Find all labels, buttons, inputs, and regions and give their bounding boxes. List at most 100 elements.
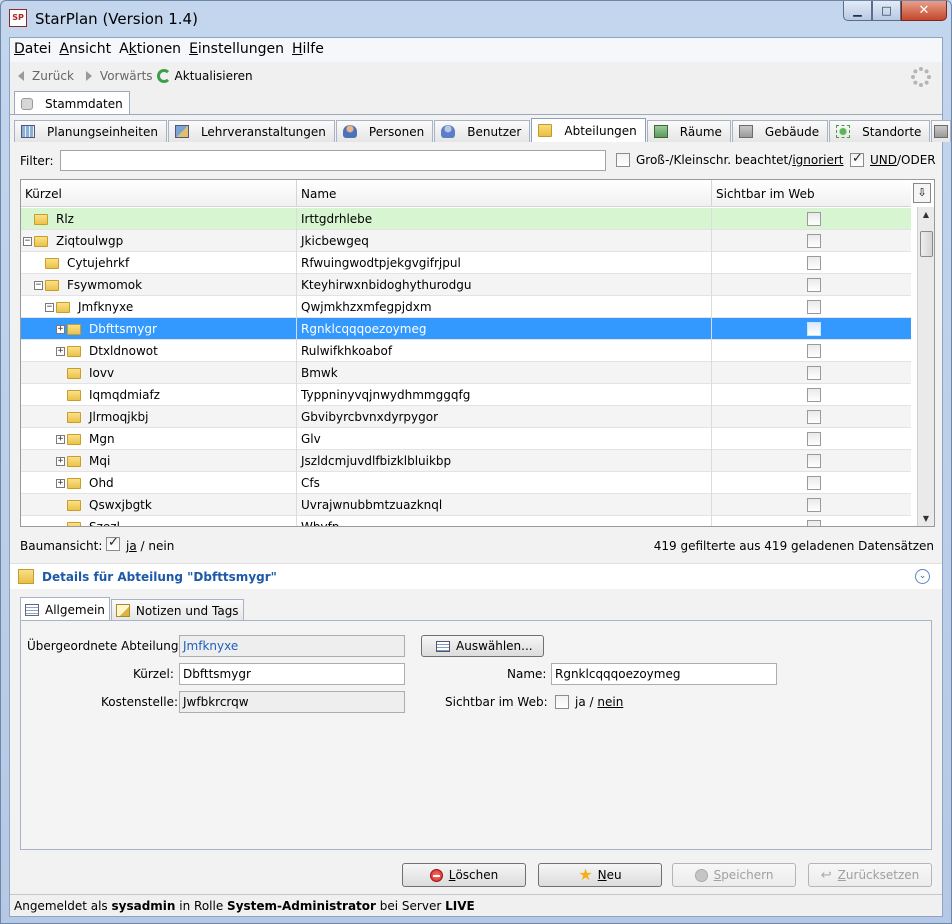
forward-arrow-icon	[85, 71, 92, 81]
web-visible-row-checkbox[interactable]	[806, 454, 821, 468]
collapse-icon[interactable]: −	[45, 302, 54, 312]
web-visible-row-checkbox[interactable]	[806, 256, 821, 270]
tree-view-ja[interactable]: ja	[126, 539, 137, 553]
tab-allgemein[interactable]: Allgemein	[20, 597, 110, 621]
reset-button[interactable]: ↩ Zurücksetzen	[808, 863, 932, 887]
tree-view-checkbox[interactable]	[106, 535, 120, 551]
column-header-sichtbar[interactable]: Sichtbar im Web	[712, 180, 911, 207]
collapse-icon[interactable]: −	[34, 280, 43, 290]
web-visible-row-checkbox[interactable]	[806, 212, 821, 226]
maximize-button[interactable]: □	[872, 1, 901, 21]
web-visible-row-checkbox[interactable]	[806, 344, 821, 358]
table-row[interactable]: Qswxjbgtk Uvrajwnubbmtzuazknql	[21, 494, 911, 516]
collapse-details-button[interactable]: ⌄	[915, 569, 930, 584]
tab-raeume[interactable]: Räume	[646, 120, 731, 142]
expand-icon[interactable]: +	[56, 434, 65, 444]
tab-abteilungen[interactable]: Abteilungen	[531, 118, 646, 142]
tab-more[interactable]	[931, 120, 952, 142]
scroll-thumb[interactable]	[920, 231, 933, 257]
web-visible-row-checkbox[interactable]	[806, 432, 821, 446]
tab-standorte[interactable]: Standorte	[829, 120, 931, 142]
menu-ansicht[interactable]: Ansicht	[55, 38, 115, 62]
expand-icon[interactable]: +	[56, 456, 65, 466]
tab-notizen[interactable]: Notizen und Tags	[110, 599, 244, 621]
tab-label: Gebäude	[764, 124, 820, 139]
table-row[interactable]: Szezl Wbyfp	[21, 516, 911, 526]
case-sensitive-toggle[interactable]: Groß-/Kleinschr. beachtet/ignoriert	[616, 153, 844, 167]
web-visible-row-checkbox[interactable]	[806, 410, 821, 424]
tree-view-nein[interactable]: / nein	[141, 539, 175, 553]
menu-hilfe[interactable]: Hilfe	[288, 38, 328, 62]
web-visible-checkbox[interactable]	[555, 695, 569, 709]
column-header-kuerzel[interactable]: Kürzel	[21, 180, 297, 207]
table-row[interactable]: Iqmqdmiafz Typpninyvqjnwydhmmggqfg	[21, 384, 911, 406]
scroll-down-button[interactable]: ▼	[918, 511, 934, 526]
tab-label: Standorte	[862, 124, 922, 139]
menu-einstellungen[interactable]: Einstellungen	[185, 38, 288, 62]
table-row[interactable]: Cytujehrkf Rfwuingwodtpjekgvgifrjpul	[21, 252, 911, 274]
minimize-button[interactable]: ▁	[843, 1, 872, 21]
tab-gebaeude[interactable]: Gebäude	[731, 120, 829, 142]
close-button[interactable]: ✕	[901, 1, 947, 21]
case-sensitive-checkbox[interactable]	[616, 153, 630, 167]
table-row[interactable]: + Mqi Jszldcmjuvdlfbizklbluikbp	[21, 450, 911, 472]
column-header-name[interactable]: Name	[297, 180, 712, 207]
menu-aktionen[interactable]: Aktionen	[115, 38, 185, 62]
save-button[interactable]: Speichern	[672, 863, 796, 887]
forward-button[interactable]: Vorwärts	[85, 69, 153, 83]
menu-datei[interactable]: Datei	[10, 38, 55, 62]
table-row[interactable]: + Dbfttsmygr Rgnklcqqqoezoymeg	[21, 318, 911, 340]
table-row[interactable]: − Jmfknyxe Qwjmkhzxmfegpjdxm	[21, 296, 911, 318]
menu-mnemonic: H	[291, 41, 303, 57]
table-row[interactable]: + Ohd Cfs	[21, 472, 911, 494]
table-row[interactable]: − Ziqtoulwgp Jkicbewgeq	[21, 230, 911, 252]
web-visible-row-checkbox[interactable]	[806, 366, 821, 380]
table-row[interactable]: Iovv Bmwk	[21, 362, 911, 384]
kuerzel-field[interactable]: Dbfttsmygr	[179, 663, 405, 685]
table-row[interactable]: Rlz Irttgdrhlebe	[21, 208, 911, 230]
table-row[interactable]: − Fsywmomok Kteyhirwxnbidoghythurodgu	[21, 274, 911, 296]
cell-name: Bmwk	[297, 362, 712, 384]
expand-icon[interactable]: +	[56, 346, 65, 356]
tab-planungseinheiten[interactable]: Planungseinheiten	[14, 120, 167, 142]
table-scrollbar[interactable]: ▲ ▼	[917, 207, 934, 526]
back-button[interactable]: Zurück	[18, 69, 74, 83]
filter-input[interactable]	[60, 150, 606, 171]
und-oder-toggle[interactable]: UND/ODER	[850, 151, 936, 167]
scroll-up-button[interactable]: ▲	[918, 207, 934, 223]
folder-icon	[67, 477, 81, 489]
tab-benutzer[interactable]: Benutzer	[434, 120, 531, 142]
und-oder-checkbox[interactable]	[850, 151, 864, 167]
collapse-icon[interactable]: −	[23, 236, 32, 246]
web-visible-row-checkbox[interactable]	[806, 520, 821, 526]
web-visible-row-checkbox[interactable]	[806, 476, 821, 490]
tab-stammdaten[interactable]: Stammdaten	[14, 91, 130, 115]
table-row[interactable]: + Mgn Glv	[21, 428, 911, 450]
web-visible-row-checkbox[interactable]	[806, 322, 821, 336]
web-visible-row-checkbox[interactable]	[806, 300, 821, 314]
tab-lehrveranstaltungen[interactable]: Lehrveranstaltungen	[167, 120, 335, 142]
table-row[interactable]: Jlrmoqjkbj Gbvibyrcbvnxdyrpygor	[21, 406, 911, 428]
web-visible-row-checkbox[interactable]	[806, 498, 821, 512]
delete-button[interactable]: Löschen	[402, 863, 526, 887]
web-visible-ja[interactable]: ja /	[575, 695, 594, 709]
web-visible-nein[interactable]: nein	[597, 695, 623, 709]
web-visible-row-checkbox[interactable]	[806, 388, 821, 402]
parent-department-field[interactable]: Jmfknyxe	[179, 635, 405, 657]
more-tab-icon	[934, 125, 949, 138]
column-chooser-button[interactable]: ⇩	[913, 183, 931, 203]
title-bar[interactable]: SP StarPlan (Version 1.4) ▁ □ ✕	[1, 1, 951, 37]
new-button[interactable]: ★ Neu	[538, 863, 662, 887]
filter-label: Filter:	[20, 154, 54, 168]
refresh-button[interactable]: Aktualisieren	[156, 69, 253, 83]
name-field[interactable]: Rgnklcqqqoezoymeg	[551, 663, 777, 685]
select-parent-button[interactable]: Auswählen...	[421, 635, 544, 657]
web-visible-row-checkbox[interactable]	[806, 278, 821, 292]
expand-icon[interactable]: +	[56, 478, 65, 488]
expand-icon[interactable]: +	[56, 324, 65, 334]
tab-personen[interactable]: Personen	[335, 120, 434, 142]
table-row[interactable]: + Dtxldnowot Rulwifkhkoabof	[21, 340, 911, 362]
room-icon	[653, 125, 668, 138]
web-visible-row-checkbox[interactable]	[806, 234, 821, 248]
kostenstelle-field[interactable]: Jwfbkrcrqw	[179, 691, 405, 713]
